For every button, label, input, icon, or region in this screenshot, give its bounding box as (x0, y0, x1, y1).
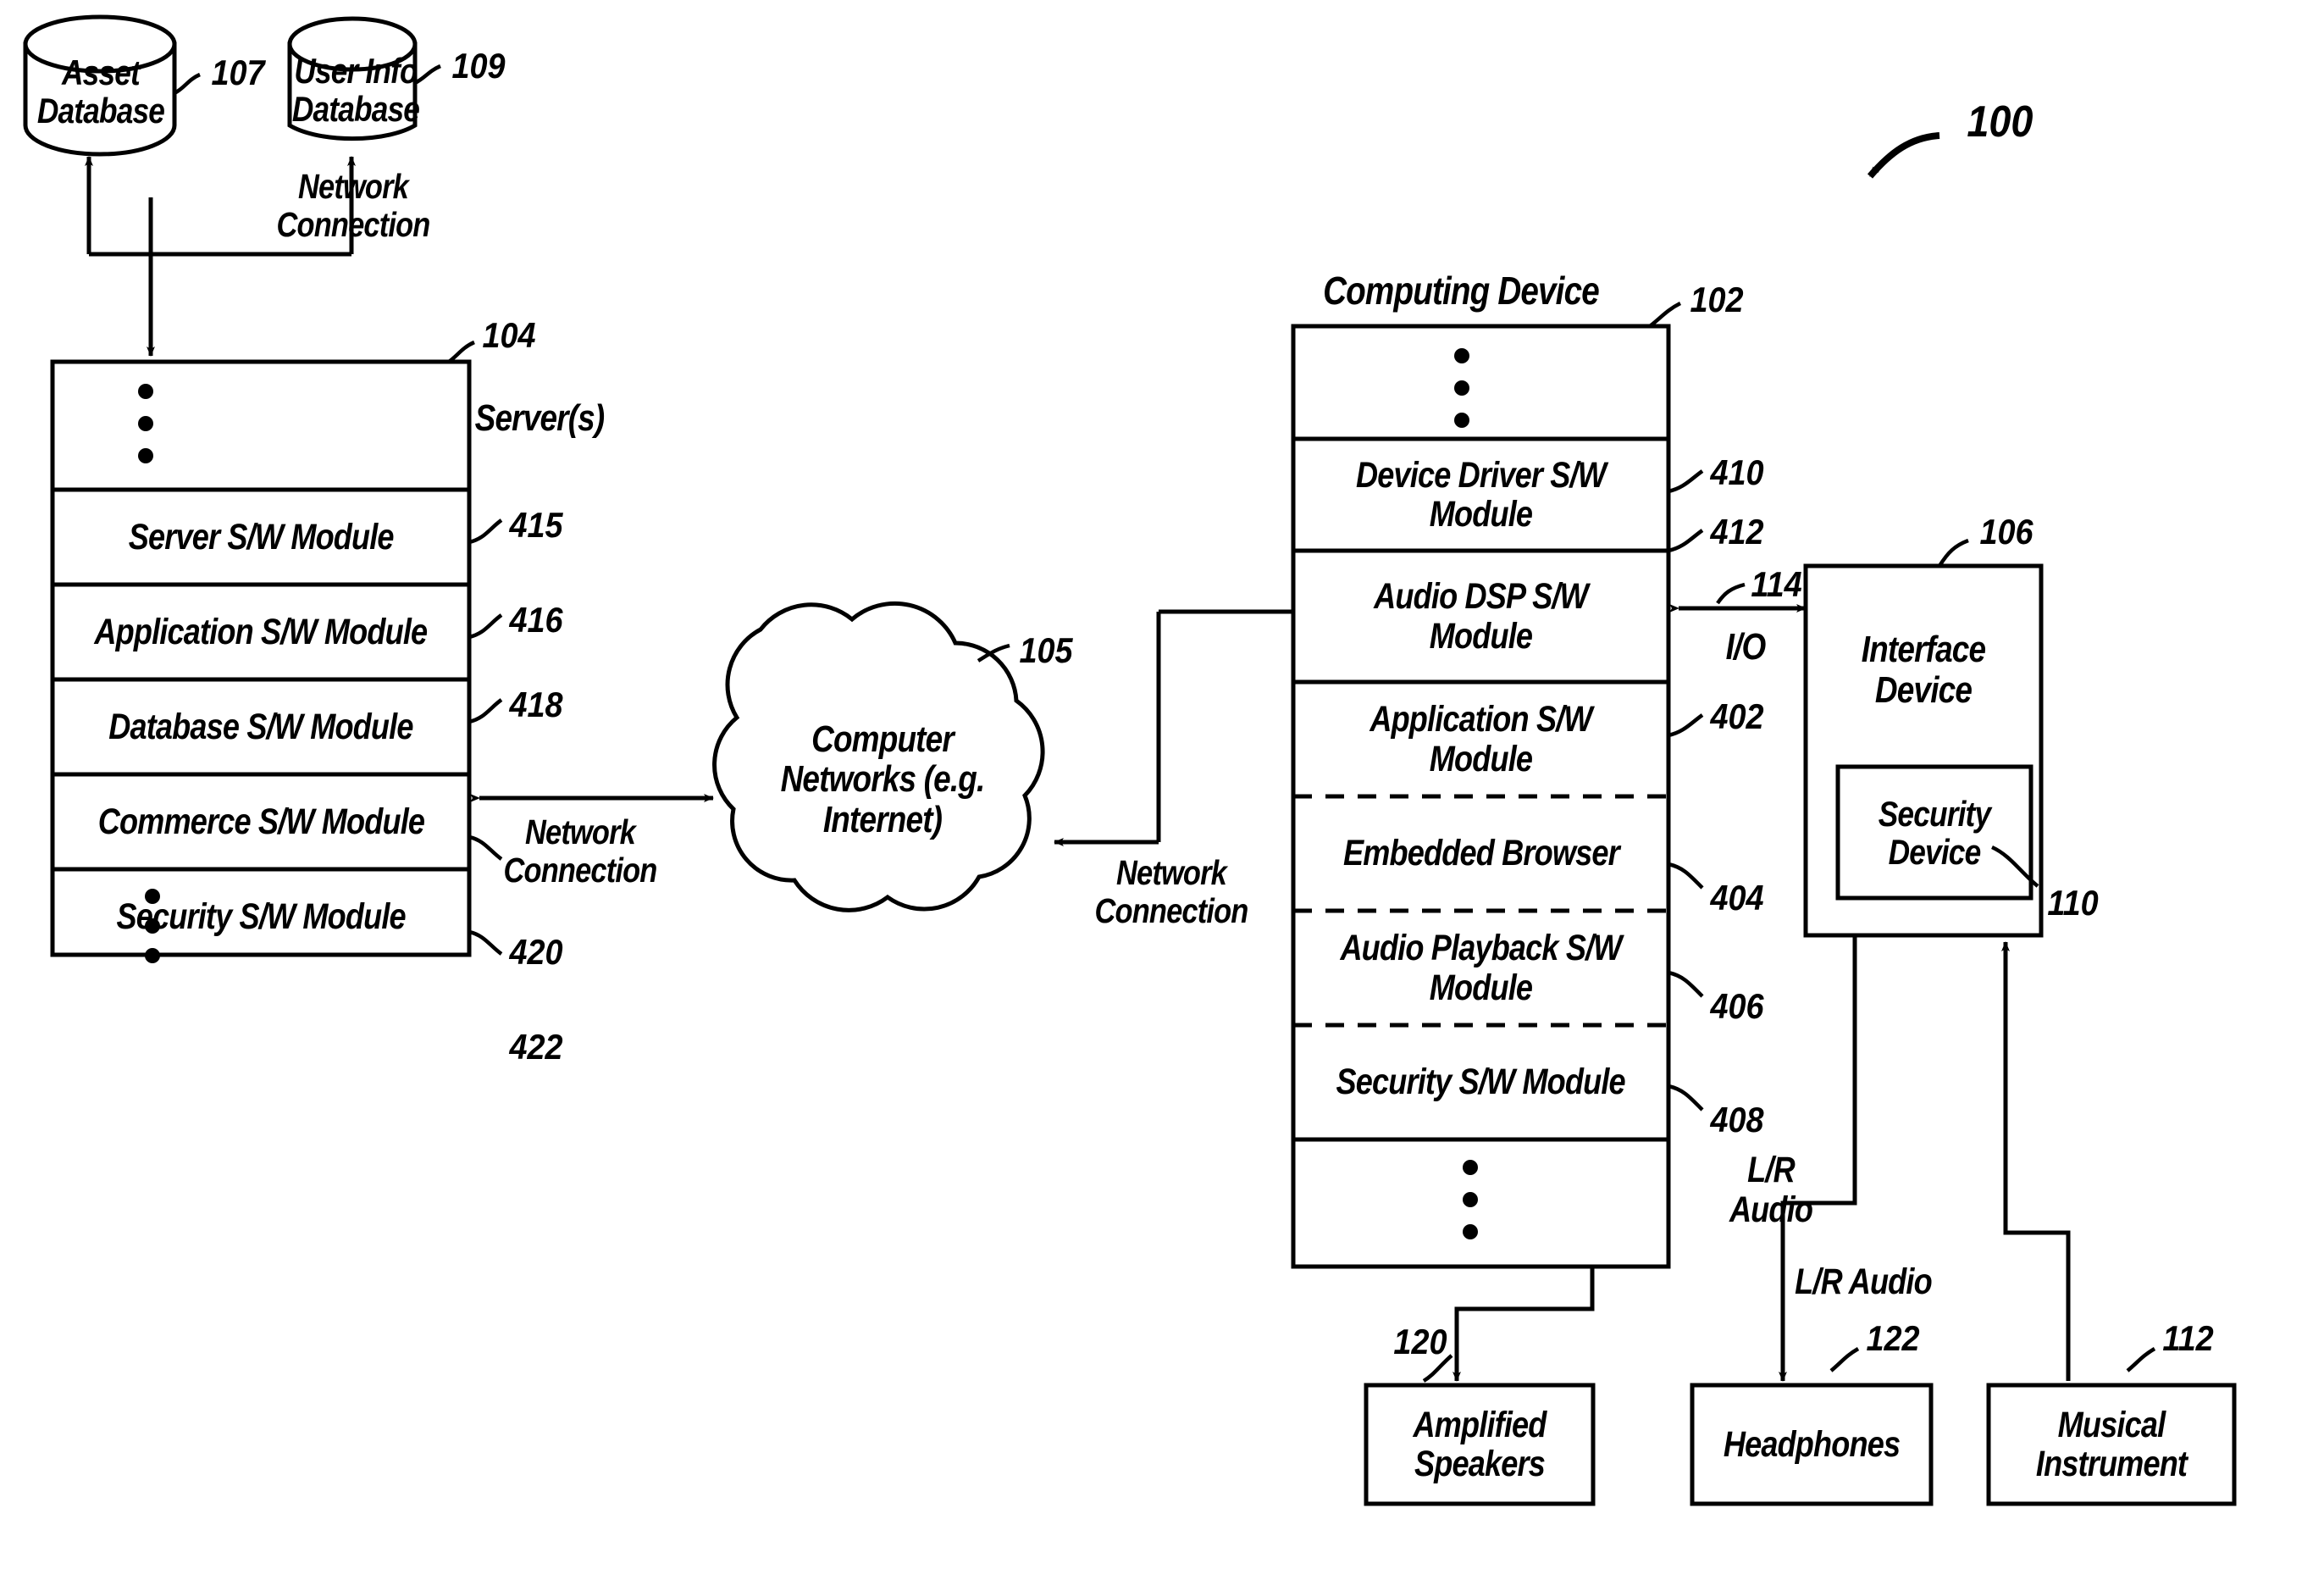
asset-database-label: Asset Database (36, 52, 165, 130)
ref-105: 105 (1019, 630, 1073, 670)
ref-110: 110 (2047, 883, 2099, 923)
ref-406: 406 (1710, 986, 1764, 1026)
ref-122: 122 (1866, 1318, 1920, 1358)
ref-120: 120 (1393, 1322, 1447, 1361)
lr-audio-left-label: L/R Audio (1729, 1150, 1813, 1231)
device-module-0-label: Device Driver S/W Module (1356, 454, 1607, 535)
ref-408: 408 (1710, 1100, 1764, 1139)
network-connection-device-label: Network Connection (1094, 853, 1248, 931)
server-top-ellipsis (138, 384, 153, 463)
interface-device-label: Interface Device (1861, 629, 1986, 711)
device-top-ellipsis (1454, 348, 1469, 428)
ref-104: 104 (482, 315, 536, 355)
ref-112: 112 (2162, 1318, 2214, 1358)
server-module-1-label: Application S/W Module (94, 611, 429, 652)
network-connection-server-label: Network Connection (503, 812, 657, 890)
ref-416: 416 (509, 600, 563, 640)
ref-114: 114 (1751, 564, 1802, 604)
patent-figure-canvas: Asset Database 107 User Info Database 10… (0, 0, 2324, 1569)
ref-410: 410 (1710, 452, 1764, 492)
server-module-0-label: Server S/W Module (128, 516, 395, 557)
ref-415: 415 (509, 505, 563, 545)
ref-422: 422 (509, 1027, 563, 1067)
lr-audio-right-label: L/R Audio (1795, 1261, 1932, 1302)
peripheral-1-label: Headphones (1723, 1423, 1901, 1465)
server-module-4-label: Security S/W Module (116, 895, 406, 937)
device-bottom-ellipsis (1463, 1160, 1478, 1239)
network-connection-db-label: Network Connection (276, 167, 430, 245)
ref-102: 102 (1690, 280, 1744, 319)
ref-107: 107 (211, 53, 265, 92)
figure-number: 100 (1967, 97, 2034, 147)
peripheral-2-label: Musical Instrument (2035, 1404, 2188, 1484)
device-module-3-label: Embedded Browser (1342, 833, 1620, 874)
ref-418: 418 (509, 685, 563, 724)
security-device-label: Security Device (1878, 793, 1991, 872)
ref-106: 106 (1979, 512, 2034, 552)
cloud-label: Computer Networks (e.g. Internet) (780, 718, 986, 840)
figure-number-arrow (1867, 132, 1940, 179)
server-module-3-label: Commerce S/W Module (97, 801, 424, 842)
device-module-4-label: Audio Playback S/W Module (1340, 928, 1622, 1008)
server-title: Server(s) (474, 397, 606, 439)
user-info-database-label: User Info Database (291, 50, 420, 129)
ref-109: 109 (451, 46, 506, 86)
server-module-2-label: Database S/W Module (108, 706, 413, 747)
device-module-5-label: Security S/W Module (1336, 1062, 1626, 1103)
device-module-2-label: Application S/W Module (1370, 699, 1592, 779)
device-module-1-label: Audio DSP S/W Module (1374, 576, 1588, 657)
ref-420: 420 (509, 932, 563, 972)
ref-402: 402 (1710, 696, 1764, 736)
cloud-device-connector (1054, 607, 1326, 846)
computing-device-title: Computing Device (1323, 269, 1600, 313)
ref-404: 404 (1710, 878, 1764, 918)
peripheral-0-label: Amplified Speakers (1413, 1404, 1547, 1484)
ref-412: 412 (1710, 512, 1764, 552)
io-label: I/O (1725, 626, 1767, 668)
